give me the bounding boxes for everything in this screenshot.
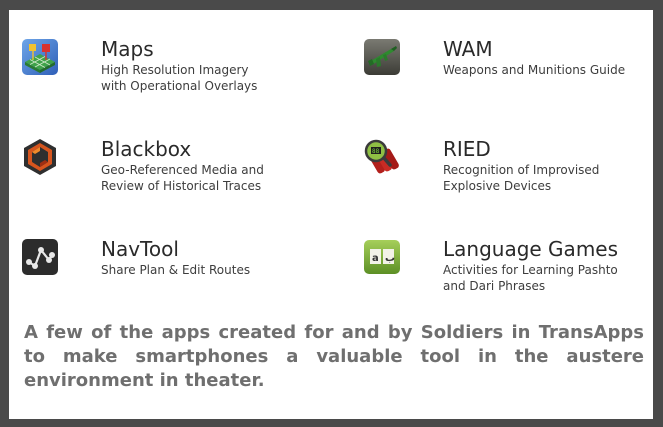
app-title: RIED: [443, 137, 491, 161]
app-description-line: Review of Historical Traces: [101, 179, 262, 193]
app-description-line: Activities for Learning Pashto: [443, 263, 618, 277]
book-icon: a ب: [363, 238, 401, 276]
app-navtool[interactable]: NavTool Share Plan & Edit Routes: [21, 238, 321, 298]
svg-text:ب: ب: [385, 253, 395, 264]
app-description-line: Explosive Devices: [443, 179, 552, 193]
app-description: Activities for Learning Pashto and Dari …: [443, 262, 643, 294]
svg-text:a: a: [372, 253, 379, 264]
app-title: Language Games: [443, 237, 619, 261]
route-icon: [21, 238, 59, 276]
app-language-games[interactable]: a ب Language Games Activities for Learni…: [363, 238, 653, 308]
app-wam[interactable]: WAM Weapons and Munitions Guide: [363, 38, 653, 108]
app-maps[interactable]: Maps High Resolution Imagery with Operat…: [21, 38, 321, 108]
app-description-line: Recognition of Improvised: [443, 163, 600, 177]
app-description: Weapons and Munitions Guide: [443, 62, 643, 78]
app-description-line: Geo-Referenced Media and: [101, 163, 264, 177]
maps-icon: [21, 38, 59, 76]
app-showcase-panel: Maps High Resolution Imagery with Operat…: [9, 10, 653, 419]
app-title: WAM: [443, 37, 493, 61]
app-description-line: with Operational Overlays: [101, 79, 258, 93]
app-title: Maps: [101, 37, 154, 61]
app-description-line: Weapons and Munitions Guide: [443, 63, 626, 77]
app-description-line: High Resolution Imagery: [101, 63, 249, 77]
app-title: Blackbox: [101, 137, 192, 161]
app-description: Recognition of Improvised Explosive Devi…: [443, 162, 643, 194]
app-title: NavTool: [101, 237, 179, 261]
svg-text:88: 88: [372, 148, 380, 155]
app-ried[interactable]: 88 RIED Recognition of Improvised Explos…: [363, 138, 653, 208]
explosive-icon: 88: [363, 138, 401, 176]
app-description-line: and Dari Phrases: [443, 279, 546, 293]
rifle-icon: [363, 38, 401, 76]
app-description: High Resolution Imagery with Operational…: [101, 62, 301, 94]
app-description: Geo-Referenced Media and Review of Histo…: [101, 162, 301, 194]
app-blackbox[interactable]: Blackbox Geo-Referenced Media and Review…: [21, 138, 321, 208]
app-description: Share Plan & Edit Routes: [101, 262, 301, 278]
blackbox-icon: [21, 138, 59, 176]
figure-caption: A few of the apps created for and by Sol…: [24, 322, 644, 391]
app-description-line: Share Plan & Edit Routes: [101, 263, 251, 277]
